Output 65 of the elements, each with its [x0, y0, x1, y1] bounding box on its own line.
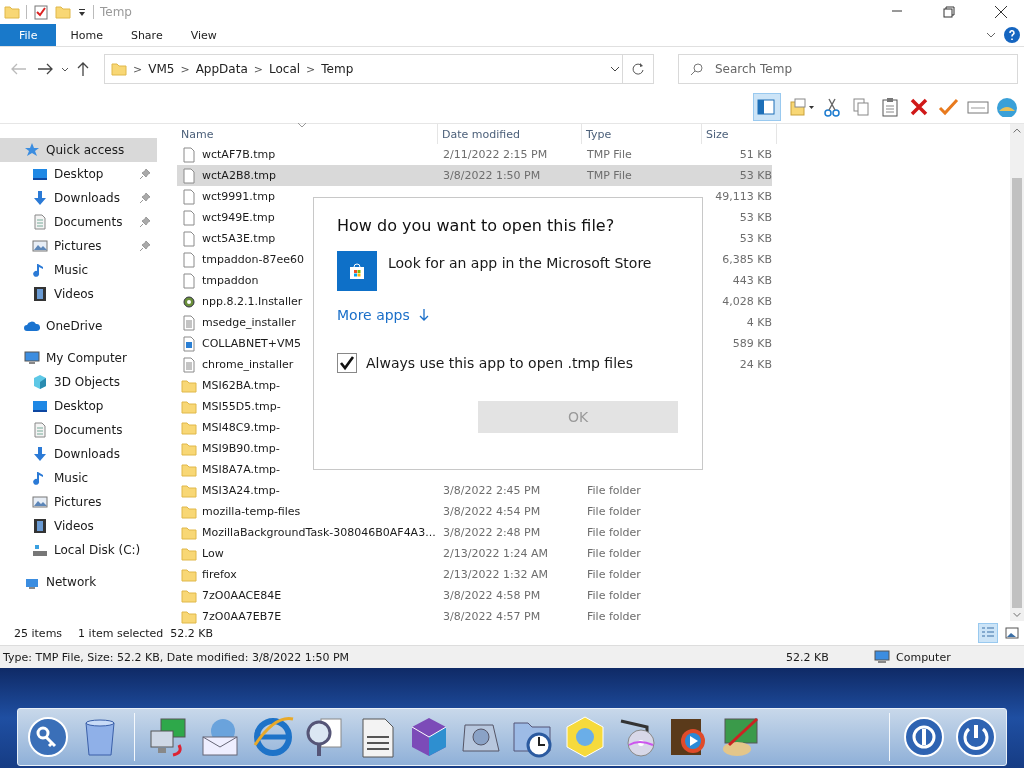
file-size: 52.2 KB — [786, 650, 830, 664]
date-modified: 2/13/2022 1:24 AM — [443, 547, 549, 560]
file-name: 7zO0AACE84E — [202, 589, 282, 602]
file-name: chrome_installer — [202, 358, 294, 371]
file-name: Low — [202, 547, 224, 560]
breadcrumb-separator: > — [133, 62, 143, 76]
date-modified: 2/13/2022 1:32 AM — [443, 568, 549, 581]
file-name: tmpaddon — [202, 274, 259, 287]
file-name: MSI55D5.tmp- — [202, 400, 281, 413]
date-modified: 3/8/2022 1:50 PM — [443, 169, 541, 182]
file-name: tmpaddon-87ee60 — [202, 253, 304, 266]
file-name: MSI9B90.tmp- — [202, 442, 280, 455]
file-size: 53 KB — [739, 211, 772, 224]
file-name: wct5A3E.tmp — [202, 232, 276, 245]
file-name: COLLABNET+VM5 — [202, 337, 302, 350]
file-type: File folder — [587, 526, 641, 539]
file-type: TMP File — [587, 148, 632, 161]
selection-size: 52.2 KB — [170, 626, 214, 640]
zone-label: Computer — [896, 650, 951, 664]
file-name: wctAF7B.tmp — [202, 148, 276, 161]
date-modified: 3/8/2022 4:58 PM — [443, 589, 541, 602]
file-name: 7zO0AA7EB7E — [202, 610, 282, 623]
date-modified: 3/8/2022 4:57 PM — [443, 610, 541, 623]
item-count: 25 items — [14, 626, 63, 640]
file-size: 53 KB — [739, 169, 772, 182]
file-name: MozillaBackgroundTask-308046B0AF4A3... — [202, 526, 436, 539]
breadcrumb-separator: > — [180, 62, 190, 76]
file-type: File folder — [587, 484, 641, 497]
file-type: File folder — [587, 589, 641, 602]
date-modified: 3/8/2022 2:45 PM — [443, 484, 541, 497]
file-size: 589 KB — [732, 337, 772, 350]
file-name: MSI3A24.tmp- — [202, 484, 280, 497]
file-size: 4 KB — [746, 316, 772, 329]
checkbox-label: Always use this app to open .tmp files — [366, 355, 633, 371]
file-type: File folder — [587, 505, 641, 518]
file-size: 4,028 KB — [722, 295, 772, 308]
file-size: 49,113 KB — [715, 190, 772, 203]
file-size: 24 KB — [739, 358, 772, 371]
window-title: Temp — [100, 5, 132, 19]
file-size: 53 KB — [739, 232, 772, 245]
file-name: wctA2B8.tmp — [202, 169, 276, 182]
file-name: npp.8.2.1.Installer — [202, 295, 303, 308]
file-name: wct949E.tmp — [202, 211, 275, 224]
file-size: 51 KB — [739, 148, 772, 161]
file-type: File folder — [587, 610, 641, 623]
file-name: msedge_installer — [202, 316, 296, 329]
file-name: MSI8A7A.tmp- — [202, 463, 281, 476]
breadcrumb-separator: > — [253, 62, 263, 76]
file-name: mozilla-temp-files — [202, 505, 301, 518]
date-modified: 3/8/2022 4:54 PM — [443, 505, 541, 518]
file-name: MSI62BA.tmp- — [202, 379, 281, 392]
date-modified: 3/8/2022 2:48 PM — [443, 526, 541, 539]
file-type: File folder — [587, 547, 641, 560]
breadcrumb-separator: > — [306, 62, 316, 76]
file-name: MSI48C9.tmp- — [202, 421, 280, 434]
date-modified: 2/11/2022 2:15 PM — [443, 148, 548, 161]
file-type: TMP File — [587, 169, 632, 182]
file-size: 6,385 KB — [722, 253, 772, 266]
file-name: wct9991.tmp — [202, 190, 275, 203]
file-type: File folder — [587, 568, 641, 581]
file-name: firefox — [202, 568, 237, 581]
file-size: 443 KB — [732, 274, 772, 287]
file-details: Type: TMP File, Size: 52.2 KB, Date modified: 3/8/2022 1:50 PM — [3, 650, 351, 664]
selection-count: 1 item selected — [78, 626, 164, 640]
dialog-title: How do you want to open this file? — [337, 216, 616, 235]
